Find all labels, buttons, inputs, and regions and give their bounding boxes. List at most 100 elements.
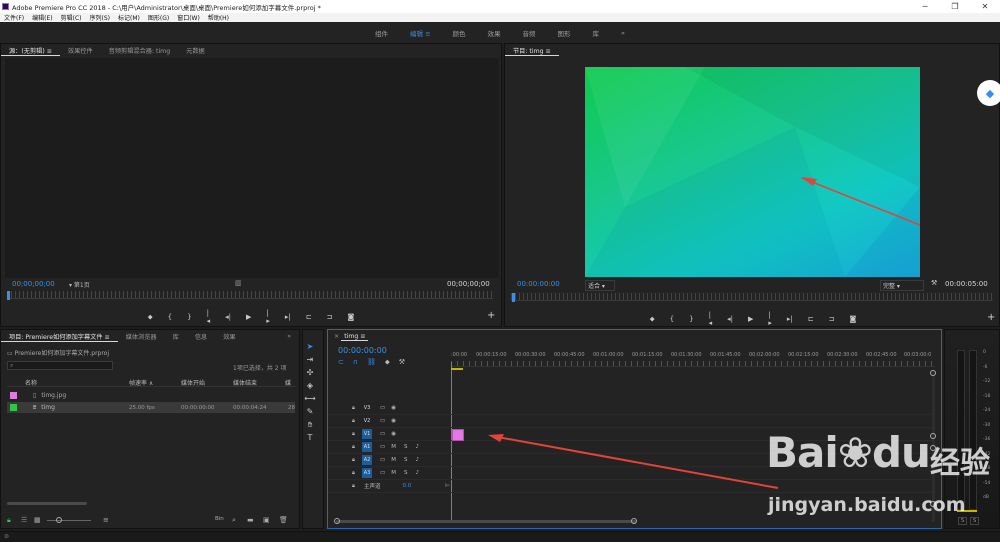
- solo-button[interactable]: S: [404, 470, 408, 476]
- floating-bird-icon[interactable]: ◆: [977, 80, 1000, 106]
- program-fit-select[interactable]: 适合 ▾: [585, 280, 615, 291]
- timeline-clip[interactable]: [452, 429, 464, 441]
- insert-icon[interactable]: ⊏: [306, 313, 312, 321]
- mic-icon[interactable]: ♪: [415, 444, 419, 450]
- add-marker-icon[interactable]: ⬥: [148, 313, 153, 322]
- program-add-button-icon[interactable]: +: [987, 312, 995, 323]
- export-frame-icon[interactable]: ◙: [347, 313, 354, 321]
- program-mark-out-icon[interactable]: }: [689, 315, 693, 323]
- tab-info[interactable]: 信息: [187, 332, 215, 341]
- workspace-audio[interactable]: 音频: [512, 28, 547, 38]
- source-playhead-icon[interactable]: [7, 291, 10, 300]
- solo-button[interactable]: S: [404, 444, 408, 450]
- menu-window[interactable]: 窗口(W): [173, 13, 204, 22]
- list-item[interactable]: ⩩ timg 25.00 fps 00:00:00:00 00:00:04:24…: [7, 402, 295, 413]
- h-scroll-handle-left-icon[interactable]: [334, 518, 340, 524]
- add-marker-timeline-icon[interactable]: ⬥: [385, 358, 390, 367]
- program-playhead-icon[interactable]: [512, 293, 515, 302]
- master-end-icon[interactable]: ⊢: [445, 483, 450, 489]
- new-item-icon[interactable]: ▣: [263, 516, 270, 524]
- column-media-more[interactable]: 媒: [285, 378, 291, 387]
- tab-metadata[interactable]: 元数据: [178, 46, 213, 55]
- tab-source[interactable]: 源：(无剪辑) ≡: [1, 46, 60, 56]
- menu-markers[interactable]: 标记(M): [114, 13, 144, 22]
- find-icon[interactable]: ⌕: [232, 516, 236, 525]
- sync-icon[interactable]: ▭: [380, 405, 385, 411]
- icon-view-icon[interactable]: ▦: [34, 516, 41, 524]
- eye-icon[interactable]: ◉: [391, 431, 396, 437]
- program-quality-select[interactable]: 完整 ▾: [880, 280, 924, 291]
- program-go-to-out-icon[interactable]: ▸|: [787, 315, 793, 323]
- sync-icon[interactable]: ▭: [380, 444, 385, 450]
- menu-file[interactable]: 文件(F): [0, 13, 28, 22]
- program-timecode-left[interactable]: 00:00:00:00: [517, 280, 560, 288]
- lock-track-icon[interactable]: 🔒︎: [352, 483, 362, 490]
- menu-sequence[interactable]: 序列(S): [86, 13, 115, 22]
- workspace-libraries[interactable]: 库: [582, 28, 611, 38]
- slip-tool-icon[interactable]: ⟷: [303, 392, 317, 405]
- sync-icon[interactable]: ▭: [380, 470, 385, 476]
- work-area-bar[interactable]: [451, 368, 463, 370]
- lock-track-icon[interactable]: 🔒︎: [352, 431, 362, 438]
- tab-sequence[interactable]: timg ≡: [341, 333, 369, 341]
- column-media-end[interactable]: 媒体结束: [233, 378, 257, 387]
- tab-program[interactable]: 节目: timg ≡: [505, 46, 559, 56]
- mic-icon[interactable]: ♪: [415, 470, 419, 476]
- h-scroll-handle-right-icon[interactable]: [631, 518, 637, 524]
- lock-icon[interactable]: 🔒︎: [7, 516, 11, 525]
- snap-icon[interactable]: ∩: [353, 358, 358, 367]
- step-back-icon[interactable]: ◂|: [225, 313, 231, 321]
- eye-icon[interactable]: ◉: [391, 418, 396, 424]
- workspace-assembly[interactable]: 组件: [364, 28, 399, 38]
- razor-tool-icon[interactable]: ◈: [303, 379, 317, 392]
- nest-icon[interactable]: ⊂: [338, 358, 344, 367]
- program-add-marker-icon[interactable]: ⬥: [650, 315, 655, 324]
- list-item[interactable]: ▯ timg.jpg: [7, 390, 295, 401]
- track-label[interactable]: V3: [362, 403, 372, 413]
- program-time-ruler[interactable]: [511, 293, 993, 301]
- overwrite-icon[interactable]: ⊐: [327, 313, 333, 321]
- minimize-button[interactable]: ─: [910, 0, 940, 13]
- pen-tool-icon[interactable]: ✎: [303, 405, 317, 418]
- track-label[interactable]: A2: [362, 455, 372, 465]
- source-add-button-icon[interactable]: +: [487, 310, 495, 321]
- mute-button[interactable]: M: [391, 444, 396, 450]
- timeline-ruler[interactable]: :00:00 00:00:15:00 00:00:30:00 00:00:45:…: [451, 349, 935, 367]
- type-tool-icon[interactable]: T: [303, 431, 317, 444]
- tab-libraries[interactable]: 库: [165, 332, 187, 341]
- program-step-forward-icon[interactable]: |▸: [768, 311, 772, 327]
- wrench-icon[interactable]: ⚒: [931, 279, 937, 287]
- menu-edit[interactable]: 编辑(E): [28, 13, 56, 22]
- tab-effect-controls[interactable]: 效果控件: [60, 46, 101, 55]
- track-label[interactable]: A3: [362, 468, 372, 478]
- timeline-h-scrollbar[interactable]: [336, 520, 636, 523]
- track-label[interactable]: A1: [362, 442, 372, 452]
- list-view-icon[interactable]: ☰: [21, 516, 27, 524]
- ripple-edit-tool-icon[interactable]: ✣: [303, 366, 317, 379]
- mark-in-icon[interactable]: {: [168, 313, 172, 321]
- selection-tool-icon[interactable]: ➤: [303, 340, 317, 353]
- program-go-to-in-icon[interactable]: |◂: [709, 311, 713, 327]
- workspace-effects[interactable]: 效果: [477, 28, 512, 38]
- track-label[interactable]: V2: [362, 416, 372, 426]
- new-bin-icon[interactable]: ▬: [247, 516, 254, 524]
- workspace-more-button[interactable]: »: [610, 29, 636, 37]
- mark-out-icon[interactable]: }: [187, 313, 191, 321]
- trash-icon[interactable]: 🗑︎: [279, 516, 288, 524]
- source-page-select[interactable]: ▾ 第1页: [69, 280, 90, 289]
- lock-track-icon[interactable]: 🔒︎: [352, 405, 362, 412]
- menu-help[interactable]: 帮助(H): [204, 13, 233, 22]
- zoom-slider-handle-icon[interactable]: [56, 517, 62, 523]
- sync-icon[interactable]: ▭: [380, 431, 385, 437]
- source-time-ruler[interactable]: [7, 291, 493, 299]
- zoom-slider[interactable]: [47, 520, 91, 521]
- workspace-editing[interactable]: 编辑 ≡: [399, 28, 442, 38]
- source-timecode-left[interactable]: 00;00;00;00: [12, 280, 55, 288]
- v-scroll-handle-top-icon[interactable]: [930, 370, 936, 376]
- step-forward-icon[interactable]: |▸: [266, 309, 270, 325]
- play-icon[interactable]: ▶: [246, 313, 251, 321]
- timeline-close-icon[interactable]: ×: [328, 333, 341, 340]
- mute-button[interactable]: M: [391, 457, 396, 463]
- lock-track-icon[interactable]: 🔒︎: [352, 418, 362, 425]
- track-select-tool-icon[interactable]: ⇥: [303, 353, 317, 366]
